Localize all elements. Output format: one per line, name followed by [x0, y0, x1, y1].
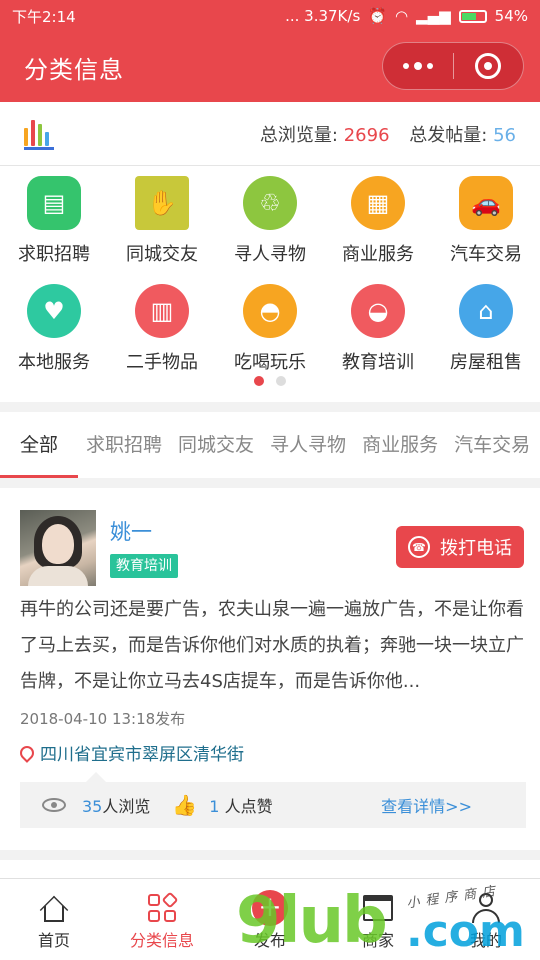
category-item-secondhand[interactable]: ▥ 二手物品: [108, 284, 216, 374]
handshake-icon: ✋: [135, 176, 189, 230]
network-speed: ... 3.37K/s: [285, 7, 361, 25]
page-title: 分类信息: [24, 55, 124, 84]
plus-icon: +: [252, 890, 288, 926]
tab-all[interactable]: 全部: [0, 412, 79, 478]
next-post-card: [0, 860, 540, 880]
category-item-education[interactable]: ◒ 教育培训: [324, 284, 432, 374]
tab-jobs[interactable]: 求职招聘: [78, 412, 170, 478]
more-menu-button[interactable]: [383, 62, 453, 70]
poster-name: 姚一: [110, 520, 152, 544]
bowl-icon: ◒: [351, 284, 405, 338]
views-count: 35人浏览: [82, 797, 151, 816]
post-footer: 35人浏览 👍 1 人点赞 查看详情>>: [20, 772, 526, 828]
tabbar-merchants[interactable]: 商家: [324, 879, 432, 960]
location-heart-icon: ♥: [27, 284, 81, 338]
battery-percent: 54%: [494, 7, 528, 25]
page-dot[interactable]: [276, 376, 286, 386]
post-location[interactable]: 四川省宜宾市翠屏区清华街: [17, 740, 244, 765]
miniprogram-capsule: [382, 42, 524, 90]
category-icon: [148, 891, 179, 922]
basket-icon: ▥: [135, 284, 189, 338]
post-card[interactable]: 姚一 教育培训 ☎ 拨打电话 再牛的公司还是要广告，农夫山泉一遍一遍放广告，不是…: [0, 488, 540, 850]
category-item-lost-found[interactable]: ♲ 寻人寻物: [216, 176, 324, 266]
bottom-tab-bar: 首页 分类信息 + 发布 商家 我的: [0, 878, 540, 960]
view-details-link[interactable]: 查看详情>>: [381, 793, 472, 817]
wifi-icon: ◠: [394, 7, 409, 25]
category-label: 教育培训: [342, 352, 414, 373]
category-grid: ▤ 求职招聘 ✋ 同城交友 ♲ 寻人寻物 ▦ 商业服务 🚗 汽车交易 ♥ 本地服…: [0, 166, 540, 402]
category-label: 寻人寻物: [234, 244, 306, 265]
tabbar-category[interactable]: 分类信息: [108, 879, 216, 960]
tabbar-profile[interactable]: 我的: [432, 879, 540, 960]
thumbs-up-icon[interactable]: 👍: [172, 793, 197, 817]
category-item-housing[interactable]: ⌂ 房屋租售: [432, 284, 540, 374]
tab-business[interactable]: 商业服务: [354, 412, 446, 478]
call-button[interactable]: ☎ 拨打电话: [396, 526, 524, 568]
status-time: 下午2:14: [12, 7, 76, 26]
status-right: ... 3.37K/s ⏰ ◠ ▂▄▆ 54%: [285, 7, 528, 25]
location-text: 四川省宜宾市翠屏区清华街: [40, 745, 244, 765]
more-dots-icon: [402, 63, 409, 69]
likes-count: 1 人点赞: [209, 797, 273, 816]
id-card-icon: ▤: [27, 176, 81, 230]
total-posts-value: 56: [493, 124, 516, 146]
category-tabs: 全部 求职招聘 同城交友 寻人寻物 商业服务 汽车交易: [0, 412, 540, 478]
tabbar-label: 商家: [361, 931, 394, 950]
category-label: 求职招聘: [18, 244, 90, 265]
alarm-icon: ⏰: [368, 7, 387, 25]
tabbar-label: 发布: [253, 931, 286, 950]
tabbar-label: 分类信息: [129, 931, 194, 950]
category-label: 吃喝玩乐: [234, 352, 306, 373]
grid-icon: ▦: [351, 176, 405, 230]
total-posts-label: 总发帖量:: [409, 124, 488, 146]
signal-icon: ▂▄▆: [416, 7, 451, 25]
close-miniprogram-button[interactable]: [454, 53, 524, 79]
category-item-food[interactable]: ◓ 吃喝玩乐: [216, 284, 324, 374]
category-label: 商业服务: [342, 244, 414, 265]
category-label: 本地服务: [18, 352, 90, 373]
bar-chart-icon: [24, 118, 54, 150]
user-icon: [472, 893, 500, 923]
total-views-value: 2696: [343, 124, 390, 146]
battery-icon: [458, 9, 487, 23]
post-description: 再牛的公司还是要广告，农夫山泉一遍一遍放广告，不是让你看了马上去买，而是告诉你他…: [20, 599, 524, 692]
hands-gift-icon: ♲: [243, 176, 297, 230]
post-date: 2018-04-10 13:18发布: [20, 710, 186, 728]
category-item-local[interactable]: ♥ 本地服务: [0, 284, 108, 374]
dish-cover-icon: ◓: [243, 284, 297, 338]
category-label: 房屋租售: [450, 352, 522, 373]
category-item-business[interactable]: ▦ 商业服务: [324, 176, 432, 266]
car-icon: 🚗: [459, 176, 513, 230]
tabbar-publish[interactable]: + 发布: [216, 879, 324, 960]
avatar[interactable]: [20, 510, 96, 586]
stats-text: 总浏览量: 2696 总发帖量: 56: [260, 121, 516, 147]
category-item-friends[interactable]: ✋ 同城交友: [108, 176, 216, 266]
house-icon: ⌂: [459, 284, 513, 338]
page-indicator: [0, 376, 540, 386]
tabbar-label: 我的: [469, 931, 502, 950]
eye-icon: [42, 798, 66, 812]
tab-friends[interactable]: 同城交友: [170, 412, 262, 478]
phone-icon: ☎: [408, 536, 430, 558]
category-label: 汽车交易: [450, 244, 522, 265]
tab-lost-found[interactable]: 寻人寻物: [262, 412, 354, 478]
target-icon: [475, 53, 502, 79]
category-badge: 教育培训: [110, 554, 178, 578]
navigation-bar: 分类信息: [0, 32, 540, 102]
category-label: 二手物品: [126, 352, 198, 373]
category-item-cars[interactable]: 🚗 汽车交易: [432, 176, 540, 266]
total-views-label: 总浏览量:: [259, 124, 338, 146]
category-label: 同城交友: [126, 244, 198, 265]
home-icon: [39, 894, 69, 925]
status-bar: 下午2:14 ... 3.37K/s ⏰ ◠ ▂▄▆ 54%: [0, 0, 540, 32]
location-pin-icon: [17, 742, 37, 763]
stats-bar: 总浏览量: 2696 总发帖量: 56: [0, 102, 540, 166]
call-button-label: 拨打电话: [440, 538, 512, 559]
shop-icon: [363, 895, 393, 921]
tabbar-home[interactable]: 首页: [0, 879, 108, 960]
tabbar-label: 首页: [37, 931, 70, 950]
tab-cars[interactable]: 汽车交易: [446, 412, 538, 478]
category-item-job[interactable]: ▤ 求职招聘: [0, 176, 108, 266]
page-dot-active[interactable]: [254, 376, 264, 386]
